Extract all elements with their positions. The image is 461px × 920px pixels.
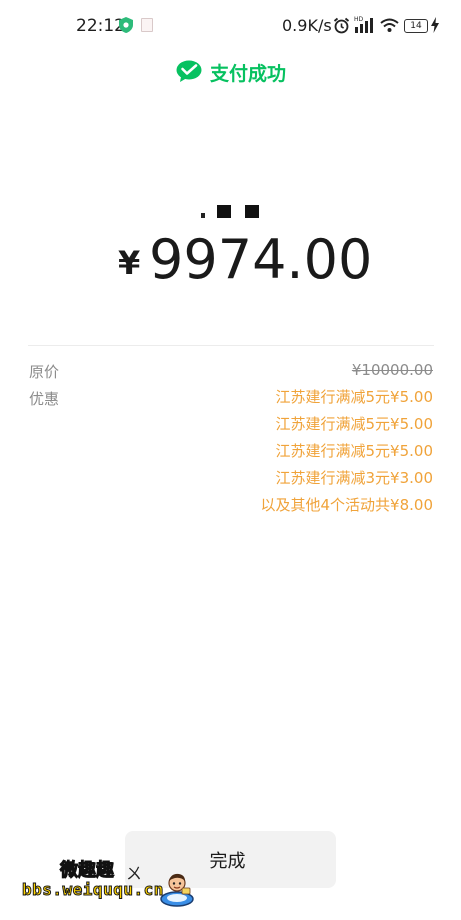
- status-time: 22:12: [76, 16, 125, 36]
- battery-icon: 14: [404, 19, 428, 33]
- svg-text:HD: HD: [354, 16, 364, 23]
- network-speed: 0.9K/s: [282, 16, 332, 35]
- discount-item: 以及其他4个活动共¥8.00: [260, 496, 434, 514]
- payment-amount: ¥ 9974.00: [0, 228, 461, 298]
- watermark-url: bbs.weiququ.cn: [22, 880, 164, 900]
- discount-list: 江苏建行满减5元¥5.00 江苏建行满减5元¥5.00 江苏建行满减5元¥5.0…: [261, 387, 434, 522]
- amount-value: 9974.00: [149, 228, 373, 291]
- signal-icon: HD: [354, 16, 373, 33]
- wifi-icon: [380, 18, 399, 32]
- wechat-pay-icon: [176, 60, 202, 82]
- discount-item: 江苏建行满减3元¥3.00: [275, 469, 434, 487]
- mascot-icon: [160, 873, 194, 907]
- discount-item: 江苏建行满减5元¥5.00: [275, 442, 434, 460]
- page-title: 支付成功: [210, 63, 287, 85]
- original-price-label: 原价: [29, 363, 60, 381]
- discount-item: 江苏建行满减5元¥5.00: [275, 415, 434, 433]
- charging-icon: [431, 17, 439, 33]
- notification-icon: [141, 18, 153, 32]
- original-price-value: ¥10000.00: [351, 361, 433, 379]
- discount-item: 江苏建行满减5元¥5.00: [275, 388, 434, 406]
- alarm-icon: [333, 17, 350, 34]
- header: 支付成功: [0, 56, 461, 88]
- status-bar: 22:12 0.9K/s HD 14: [0, 0, 461, 52]
- watermark-title: 微趣趣: [60, 860, 115, 882]
- discount-label: 优惠: [29, 390, 60, 408]
- merchant-name-redacted: [201, 203, 271, 221]
- divider: [28, 345, 434, 346]
- shield-icon: [119, 17, 133, 33]
- watermark: 微趣趣 ㄨ bbs.weiququ.cn: [22, 852, 202, 912]
- currency-symbol: ¥: [118, 244, 141, 282]
